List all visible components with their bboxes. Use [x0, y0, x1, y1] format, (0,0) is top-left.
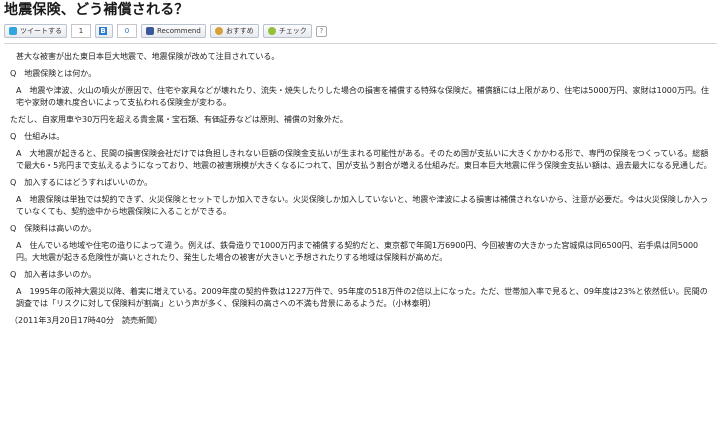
question-4: Q 保険料は高いのか。: [10, 224, 97, 233]
question-3: Q 加入するにはどうすればいいのか。: [10, 178, 153, 187]
help-icon[interactable]: ?: [315, 25, 327, 37]
facebook-recommend-button[interactable]: Recommend: [141, 24, 206, 38]
check-label: チェック: [278, 27, 307, 35]
mixi-check-button[interactable]: チェック: [262, 24, 312, 38]
article-page: 地震保険、どう補償される？ ツイートする 1 B 0 Recommend おすす…: [0, 0, 721, 427]
check-icon: [267, 27, 276, 35]
article-credit: （2011年3月20日17時40分 読売新聞）: [10, 316, 162, 325]
tweet-button[interactable]: ツイートする: [4, 24, 67, 38]
answer-1: A 地震や津波、火山の噴火が原因で、住宅や家具などが壊れたり、流失・焼失したりし…: [16, 86, 709, 107]
tweet-label: ツイートする: [20, 27, 62, 35]
twitter-bird-icon: [9, 27, 17, 35]
facebook-icon: [146, 27, 154, 35]
answer-2: A 大地震が起きると、民間の損害保険会社だけでは負担しきれない巨額の保険金支払い…: [16, 149, 712, 170]
answer-3: A 地震保険は単独では契約できず、火災保険とセットでしか加入できない。火災保険し…: [16, 195, 708, 216]
facebook-label: Recommend: [157, 27, 201, 35]
article-title: 地震保険、どう補償される？: [4, 2, 189, 18]
answer-5: A 1995年の阪神大震災以降、着実に増えている。2009年度の契約件数は122…: [16, 287, 708, 308]
mixi-label: おすすめ: [225, 27, 254, 35]
answer-4: A 住んでいる地域や住宅の造りによって違う。例えば、鉄骨造りで1000万円まで補…: [16, 241, 699, 262]
question-2: Q 仕組みは。: [10, 132, 65, 141]
intro-paragraph: 甚大な被害が出た東日本巨大地震で、地震保険が改めて注目されている。: [16, 52, 280, 61]
tweet-count: 1: [71, 24, 91, 38]
article-body: 甚大な被害が出た東日本巨大地震で、地震保険が改めて注目されている。 Q 地震保険…: [4, 44, 717, 327]
share-toolbar: ツイートする 1 B 0 Recommend おすすめ チェック ?: [4, 22, 717, 44]
answer-1-note: ただし、自家用車や30万円を超える貴金属・宝石類、有価証券などは原則、補償の対象…: [10, 115, 348, 124]
mixi-icon: [214, 27, 223, 35]
question-1: Q 地震保険とは何か。: [10, 69, 97, 78]
hatena-bookmark-icon: B: [99, 27, 107, 35]
hatena-bookmark-count: 0: [117, 24, 137, 38]
question-5: Q 加入者は多いのか。: [10, 270, 97, 279]
hatena-bookmark-button[interactable]: B: [95, 24, 113, 38]
mixi-recommend-button[interactable]: おすすめ: [209, 24, 259, 38]
